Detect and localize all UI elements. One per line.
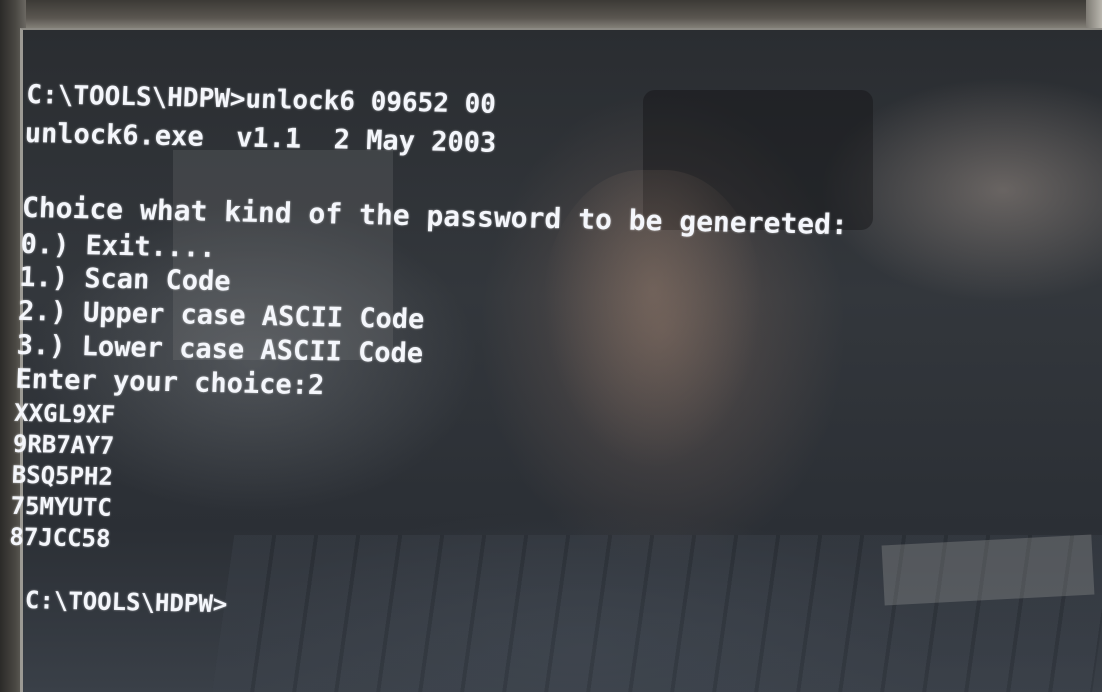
password-result: 75MYUTC (10, 491, 113, 522)
laptop-bezel-top (0, 0, 1102, 30)
password-result: XXGL9XF (13, 398, 116, 429)
card-reflection (881, 534, 1095, 606)
menu-option-exit: 0.) Exit.... (20, 228, 217, 264)
menu-option-scan-code: 1.) Scan Code (18, 261, 232, 298)
dos-prompt: C:\TOOLS\HDPW> (24, 586, 228, 619)
choice-input-line: Enter your choice:2 (14, 363, 325, 402)
password-result: BSQ5PH2 (11, 460, 114, 491)
menu-option-upper-ascii: 2.) Upper case ASCII Code (17, 295, 425, 336)
password-result: 9RB7AY7 (12, 429, 115, 460)
menu-option-lower-ascii: 3.) Lower case ASCII Code (16, 329, 424, 370)
password-result: 87JCC58 (8, 522, 112, 553)
photo: C:\TOOLS\HDPW>unlock6 09652 00 unlock6.e… (0, 0, 1102, 692)
